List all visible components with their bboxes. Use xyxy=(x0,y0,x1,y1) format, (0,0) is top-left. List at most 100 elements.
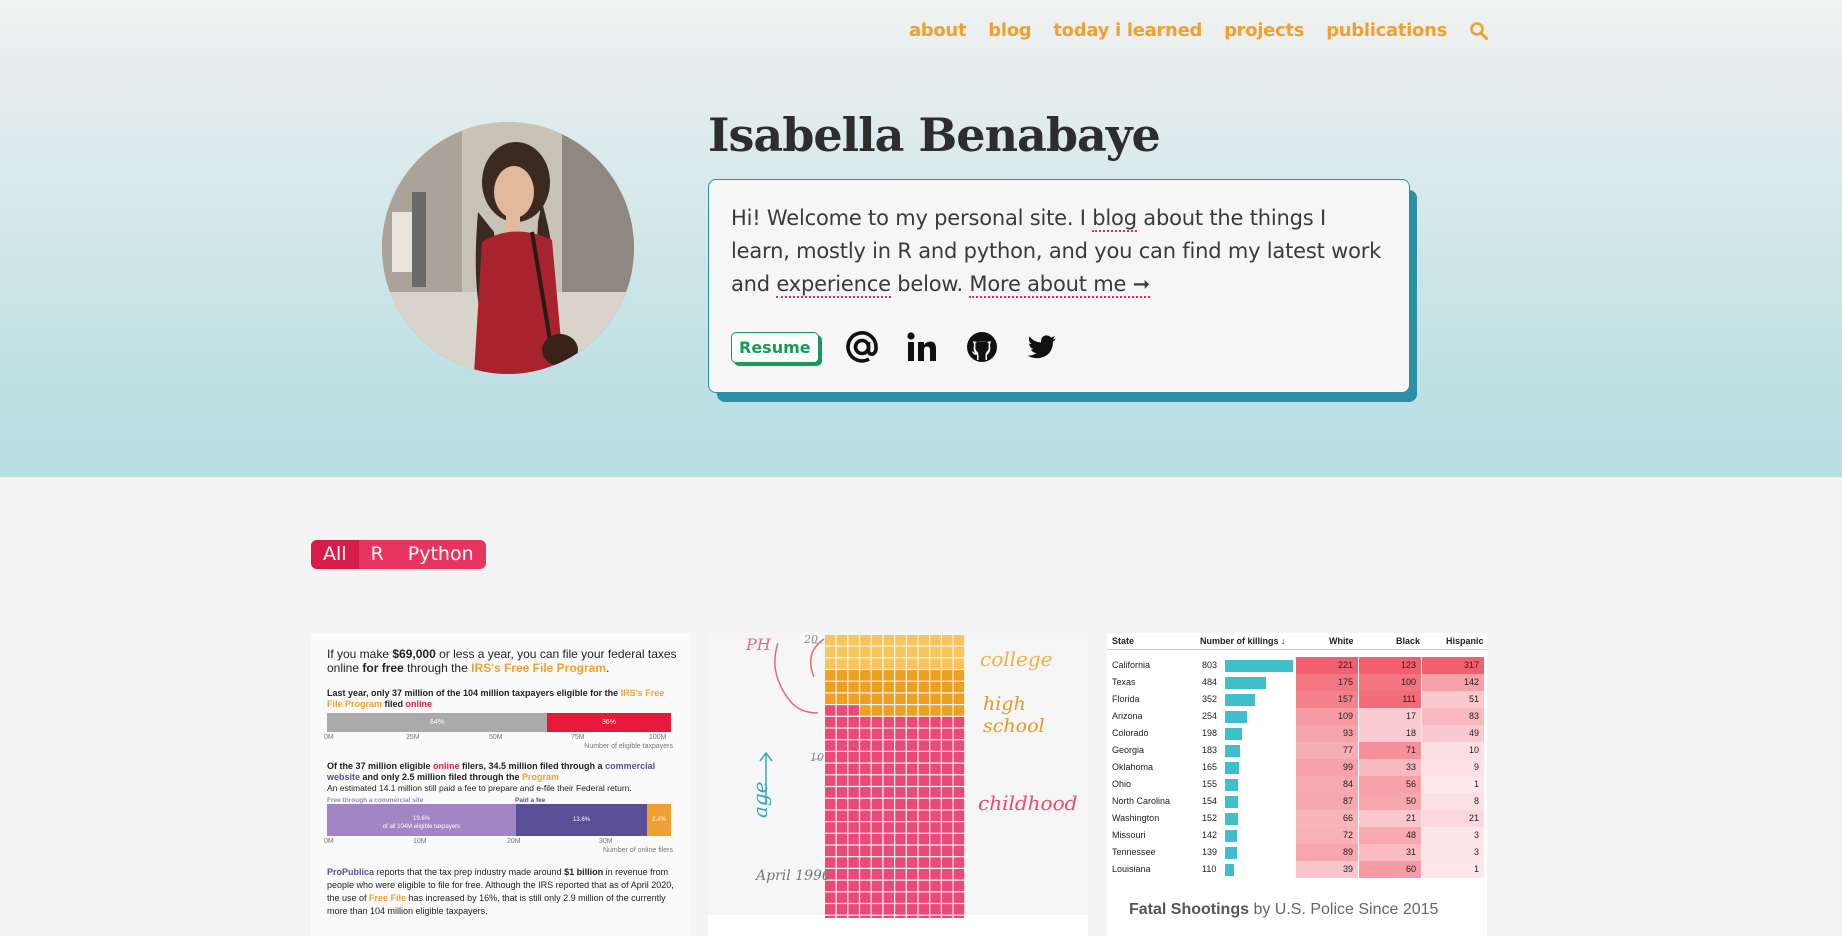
waffle-cell xyxy=(953,693,965,704)
waffle-cell xyxy=(942,752,953,763)
email-icon[interactable] xyxy=(845,330,879,364)
waffle-cell xyxy=(883,740,894,751)
experience-link[interactable]: experience xyxy=(776,272,891,298)
waffle-cell xyxy=(953,880,965,892)
waffle-cell xyxy=(860,716,871,728)
table-row: Oklahoma 165 99 33 9 xyxy=(1107,759,1487,776)
waffle-cell xyxy=(848,775,859,786)
cell-white: 221 xyxy=(1296,657,1358,674)
waffle-cell xyxy=(930,752,941,763)
waffle-cell xyxy=(836,833,848,845)
waffle-cell xyxy=(871,880,883,892)
intro-text-3: below. xyxy=(890,272,970,296)
waffle-cell xyxy=(942,822,953,833)
project-filter: All R Python xyxy=(311,540,486,569)
filter-python[interactable]: Python xyxy=(396,540,486,569)
waffle-cell xyxy=(825,763,836,775)
waffle-cell xyxy=(953,810,965,821)
waffle-cell xyxy=(871,681,883,693)
waffle-cell xyxy=(918,646,930,658)
table-row: North Carolina 154 87 50 8 xyxy=(1107,793,1487,810)
cell-black: 33 xyxy=(1359,759,1421,776)
waffle-cell xyxy=(860,752,871,763)
waffle-cell xyxy=(918,857,930,868)
waffle-cell xyxy=(825,681,836,693)
filter-all[interactable]: All xyxy=(311,540,359,569)
waffle-cell xyxy=(930,892,941,903)
cell-state: Washington xyxy=(1112,813,1160,823)
nav-blog[interactable]: blog xyxy=(988,20,1031,41)
waffle-cell xyxy=(906,833,918,845)
project-card-free-file[interactable]: If you make $69,000 or less a year, you … xyxy=(311,633,691,936)
table-row: Arizona 254 109 17 83 xyxy=(1107,708,1487,725)
waffle-cell xyxy=(836,787,848,798)
waffle-cell xyxy=(860,775,871,786)
waffle-cell xyxy=(871,857,883,868)
nav-projects[interactable]: projects xyxy=(1224,20,1304,41)
waffle-cell xyxy=(906,892,918,903)
waffle-cell xyxy=(906,646,918,658)
card1-chart1-title-a: Last year, only 37 million of the 104 mi… xyxy=(327,688,621,698)
nav-today-i-learned[interactable]: today i learned xyxy=(1053,20,1202,41)
waffle-cell xyxy=(825,740,836,751)
nav-about[interactable]: about xyxy=(909,20,967,41)
waffle-cell xyxy=(848,646,859,658)
cell-hispanic: 9 xyxy=(1422,759,1484,776)
card3-header-black: Black xyxy=(1396,636,1421,646)
table-row: Ohio 155 84 56 1 xyxy=(1107,776,1487,793)
waffle-cell xyxy=(848,763,859,775)
waffle-cell xyxy=(895,787,906,798)
search-icon[interactable] xyxy=(1469,21,1489,41)
waffle-cell xyxy=(906,658,918,669)
card3-header-killings: Number of killings ↓ xyxy=(1200,636,1286,646)
cell-black: 100 xyxy=(1359,674,1421,691)
waffle-cell xyxy=(942,869,953,880)
waffle-cell xyxy=(860,904,871,915)
resume-button[interactable]: Resume xyxy=(731,331,819,363)
waffle-cell xyxy=(953,658,965,669)
waffle-cell xyxy=(836,681,848,693)
waffle-cell xyxy=(883,892,894,903)
waffle-cell xyxy=(836,775,848,786)
cell-black: 48 xyxy=(1359,827,1421,844)
waffle-cell xyxy=(836,763,848,775)
card1-intro-amount: $69,000 xyxy=(392,647,436,661)
waffle-cell xyxy=(883,904,894,915)
cell-white: 72 xyxy=(1296,827,1358,844)
waffle-cell xyxy=(930,716,941,728)
waffle-cell xyxy=(895,635,906,646)
table-row: California 803 221 123 317 xyxy=(1107,657,1487,674)
card1-chart2-title-program: Program xyxy=(522,772,560,782)
card2-caption-area xyxy=(708,915,1088,936)
github-icon[interactable] xyxy=(965,330,999,364)
waffle-cell xyxy=(918,681,930,693)
waffle-cell xyxy=(895,658,906,669)
filter-r[interactable]: R xyxy=(359,540,396,569)
waffle-cell xyxy=(848,869,859,880)
waffle-cell xyxy=(883,716,894,728)
waffle-cell xyxy=(860,693,871,704)
waffle-cell xyxy=(942,658,953,669)
cell-state: Florida xyxy=(1112,694,1140,704)
waffle-cell xyxy=(825,833,836,845)
waffle-cell xyxy=(848,904,859,915)
project-card-life-grid[interactable]: PH 20 10 age April 1996 college high sch… xyxy=(708,633,1088,936)
waffle-cell xyxy=(883,752,894,763)
project-card-fatal-shootings[interactable]: State Number of killings ↓ White Black H… xyxy=(1107,633,1487,936)
waffle-cell xyxy=(918,775,930,786)
nav-publications[interactable]: publications xyxy=(1326,20,1447,41)
waffle-cell xyxy=(942,857,953,868)
card1-chart1-tick: 75M xyxy=(571,734,585,741)
blog-link[interactable]: blog xyxy=(1092,206,1137,232)
linkedin-icon[interactable] xyxy=(905,330,939,364)
cell-hispanic: 1 xyxy=(1422,861,1484,878)
waffle-cell xyxy=(918,635,930,646)
card1-chart2-title-c: and only 2.5 million filed through the xyxy=(360,772,523,782)
waffle-cell xyxy=(825,787,836,798)
more-about-me-link[interactable]: More about me ➞ xyxy=(969,272,1150,298)
twitter-icon[interactable] xyxy=(1025,330,1059,364)
waffle-cell xyxy=(918,904,930,915)
waffle-cell xyxy=(871,728,883,740)
waffle-cell xyxy=(860,880,871,892)
cell-hispanic: 83 xyxy=(1422,708,1484,725)
